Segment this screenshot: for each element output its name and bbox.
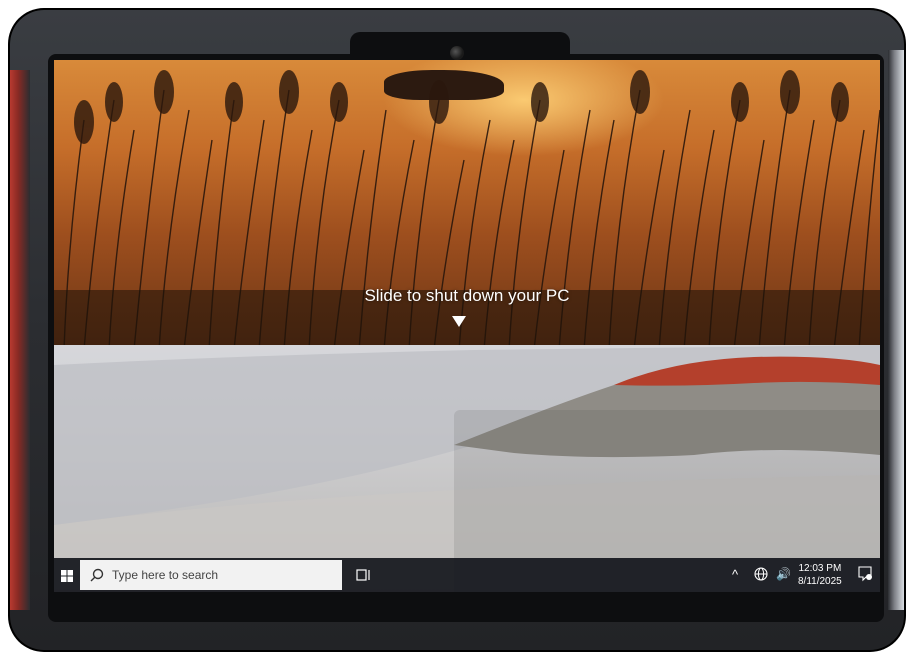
camera-icon	[450, 46, 464, 60]
network-globe-icon[interactable]	[754, 567, 768, 581]
search-input[interactable]: Type here to search	[80, 560, 342, 590]
task-view-icon[interactable]	[356, 567, 372, 583]
screen: Slide to shut down your PC Type here to …	[54, 60, 880, 592]
clock-date: 8/11/2025	[798, 576, 842, 587]
shutdown-slider-panel[interactable]: Slide to shut down your PC	[54, 60, 880, 350]
windows-logo-icon	[61, 570, 73, 582]
slide-down-arrow-icon	[452, 316, 466, 327]
taskbar: Type here to search ^ 🔊 12:03 PM 8/11/20…	[54, 558, 880, 592]
clock-time: 12:03 PM	[798, 563, 842, 574]
search-icon	[90, 568, 104, 582]
clock[interactable]: 12:03 PM 8/11/2025	[798, 562, 842, 588]
reeds-silhouette	[54, 70, 880, 350]
notification-icon[interactable]	[858, 566, 872, 582]
search-placeholder: Type here to search	[112, 568, 219, 582]
case-right-edge	[888, 50, 904, 610]
start-button[interactable]	[54, 558, 80, 592]
case-left-edge	[10, 70, 30, 610]
shutdown-prompt: Slide to shut down your PC	[364, 286, 570, 305]
show-hidden-icons-chevron-icon[interactable]: ^	[732, 567, 738, 582]
volume-icon[interactable]: 🔊	[776, 567, 791, 581]
system-tray: ^ 🔊 12:03 PM 8/11/2025	[720, 558, 880, 592]
